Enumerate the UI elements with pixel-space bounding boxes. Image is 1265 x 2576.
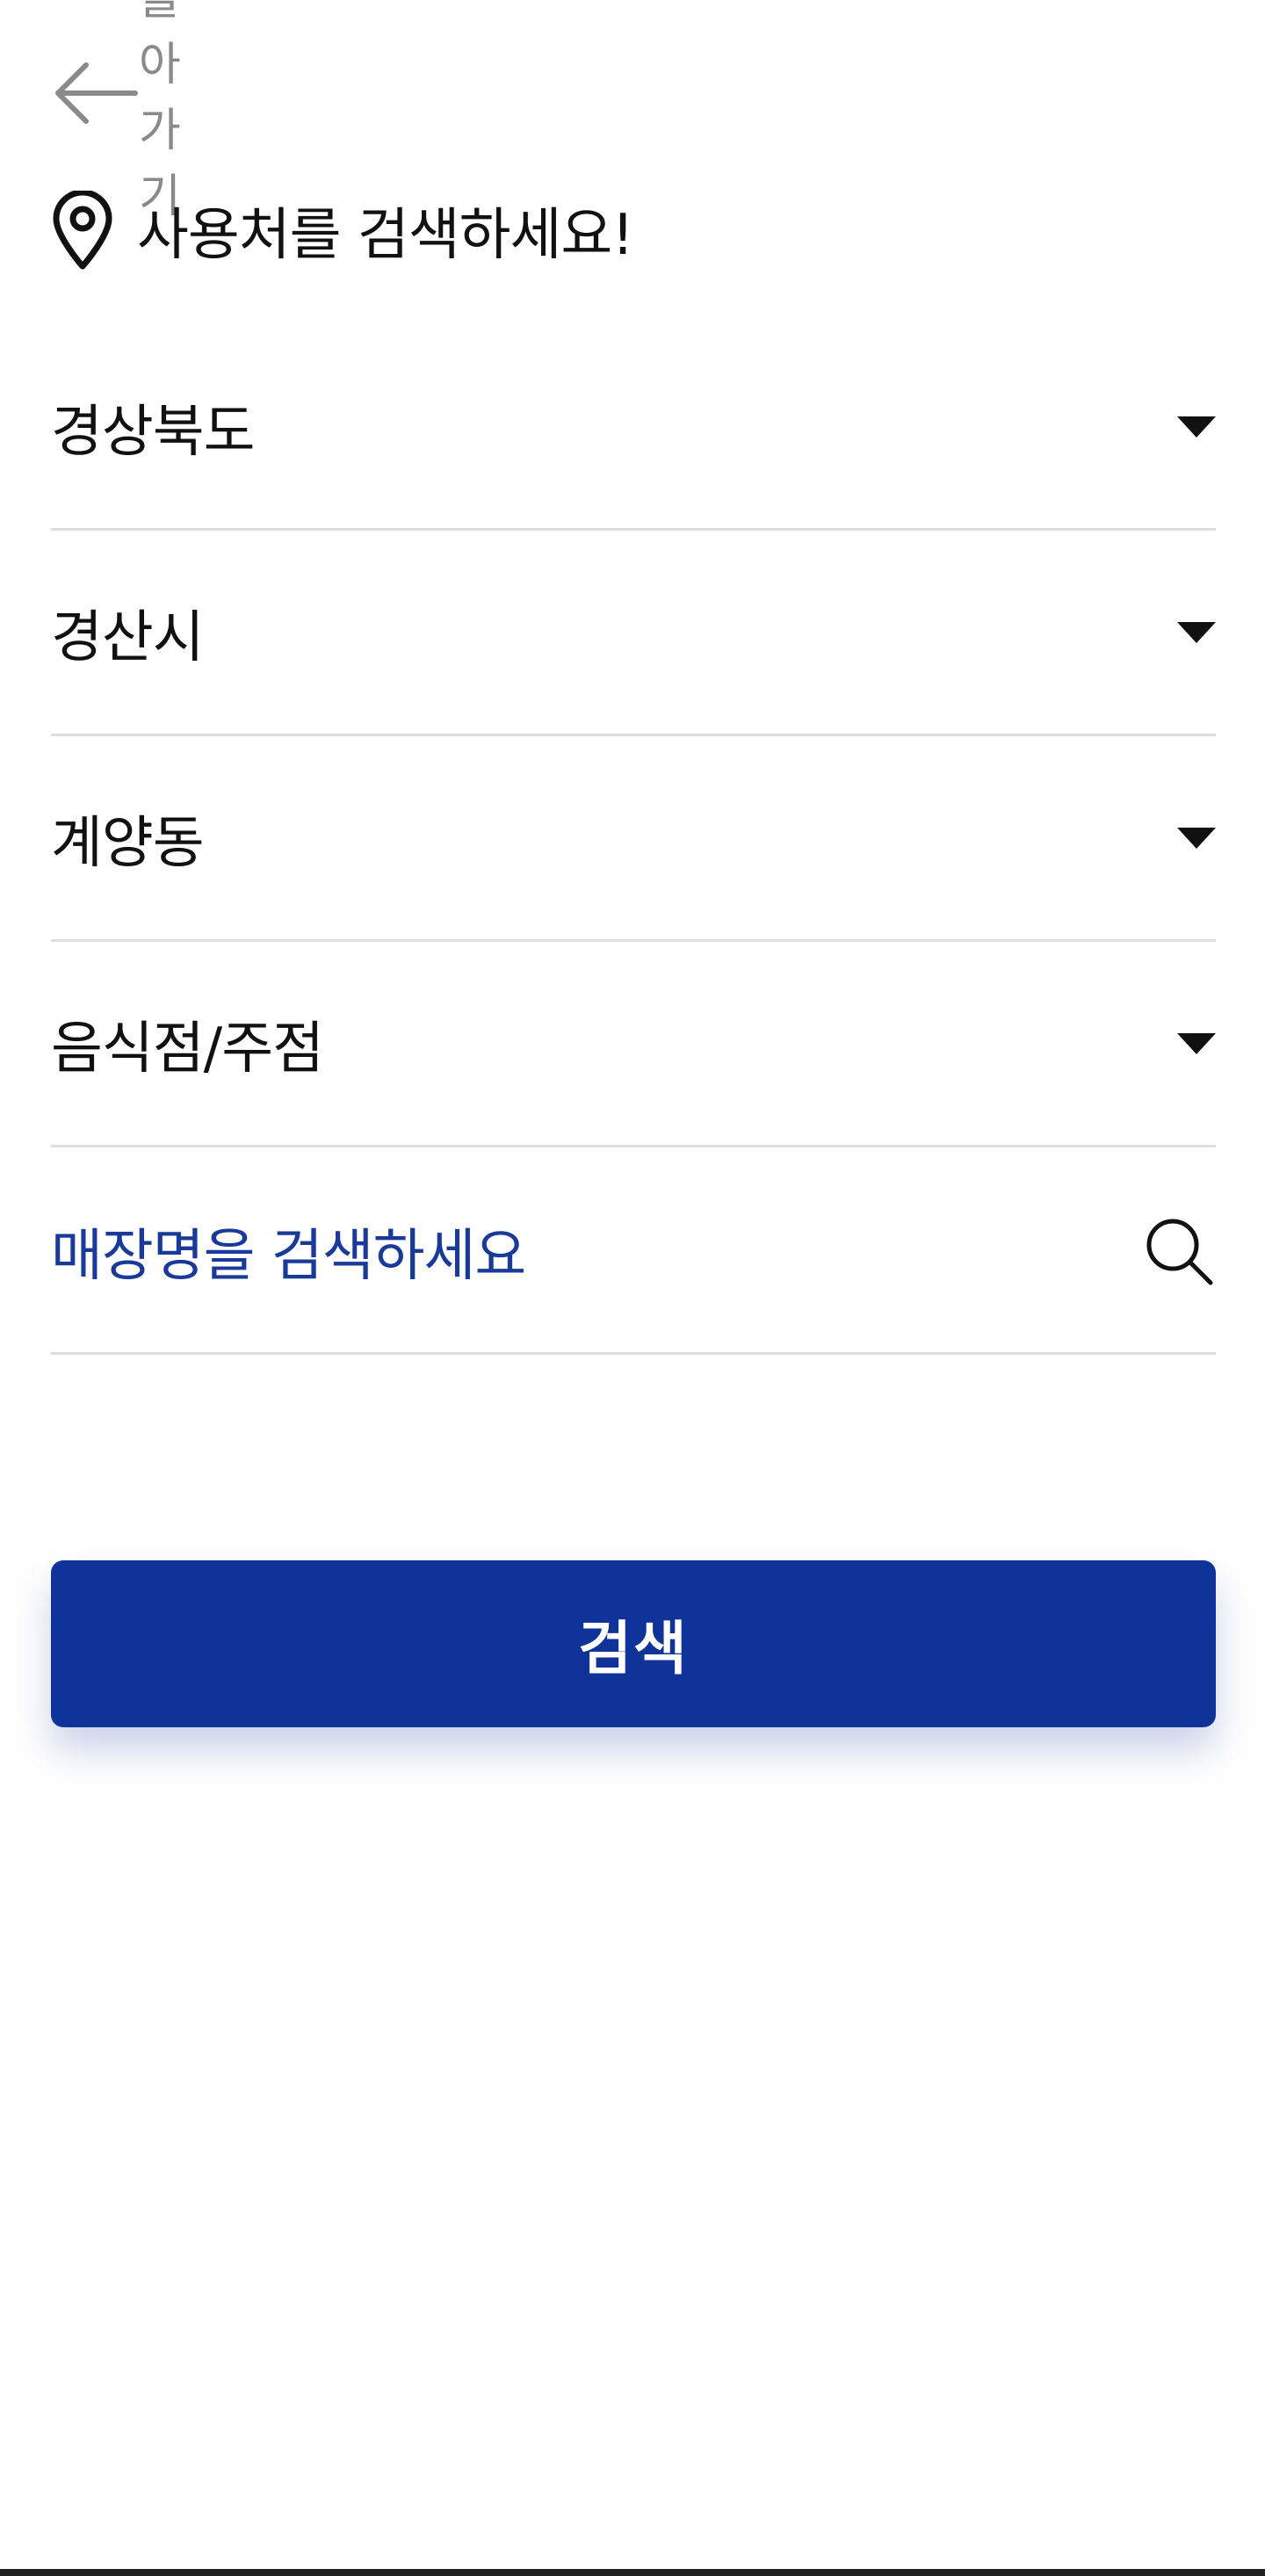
- caret-down-icon: [1177, 826, 1216, 850]
- search-placeholder: 매장명을 검색하세요: [51, 1223, 526, 1289]
- caret-down-icon: [1177, 1031, 1216, 1056]
- city-value: 경산시: [51, 604, 205, 670]
- title-text: 사용처를 검색하세요!: [137, 203, 634, 268]
- caret-down-icon: [1177, 620, 1216, 645]
- caret-down-icon: [1177, 415, 1216, 439]
- system-nav-bar: [0, 2569, 1265, 2576]
- store-search-input[interactable]: 매장명을 검색하세요: [51, 1149, 1216, 1355]
- search-button[interactable]: 검색: [51, 1560, 1216, 1727]
- district-select[interactable]: 계양동: [51, 736, 1216, 942]
- back-button[interactable]: 돌아가기: [51, 0, 181, 223]
- page-title: 사용처를 검색하세요!: [51, 186, 634, 274]
- arrow-left-icon: [51, 51, 139, 135]
- category-select[interactable]: 음식점/주점: [51, 942, 1216, 1147]
- district-value: 계양동: [51, 810, 205, 876]
- province-select[interactable]: 경상북도: [51, 325, 1216, 531]
- search-icon[interactable]: [1142, 1214, 1216, 1288]
- category-value: 음식점/주점: [51, 1016, 324, 1082]
- city-select[interactable]: 경산시: [51, 531, 1216, 736]
- province-value: 경상북도: [51, 399, 256, 465]
- map-pin-icon: [51, 190, 114, 271]
